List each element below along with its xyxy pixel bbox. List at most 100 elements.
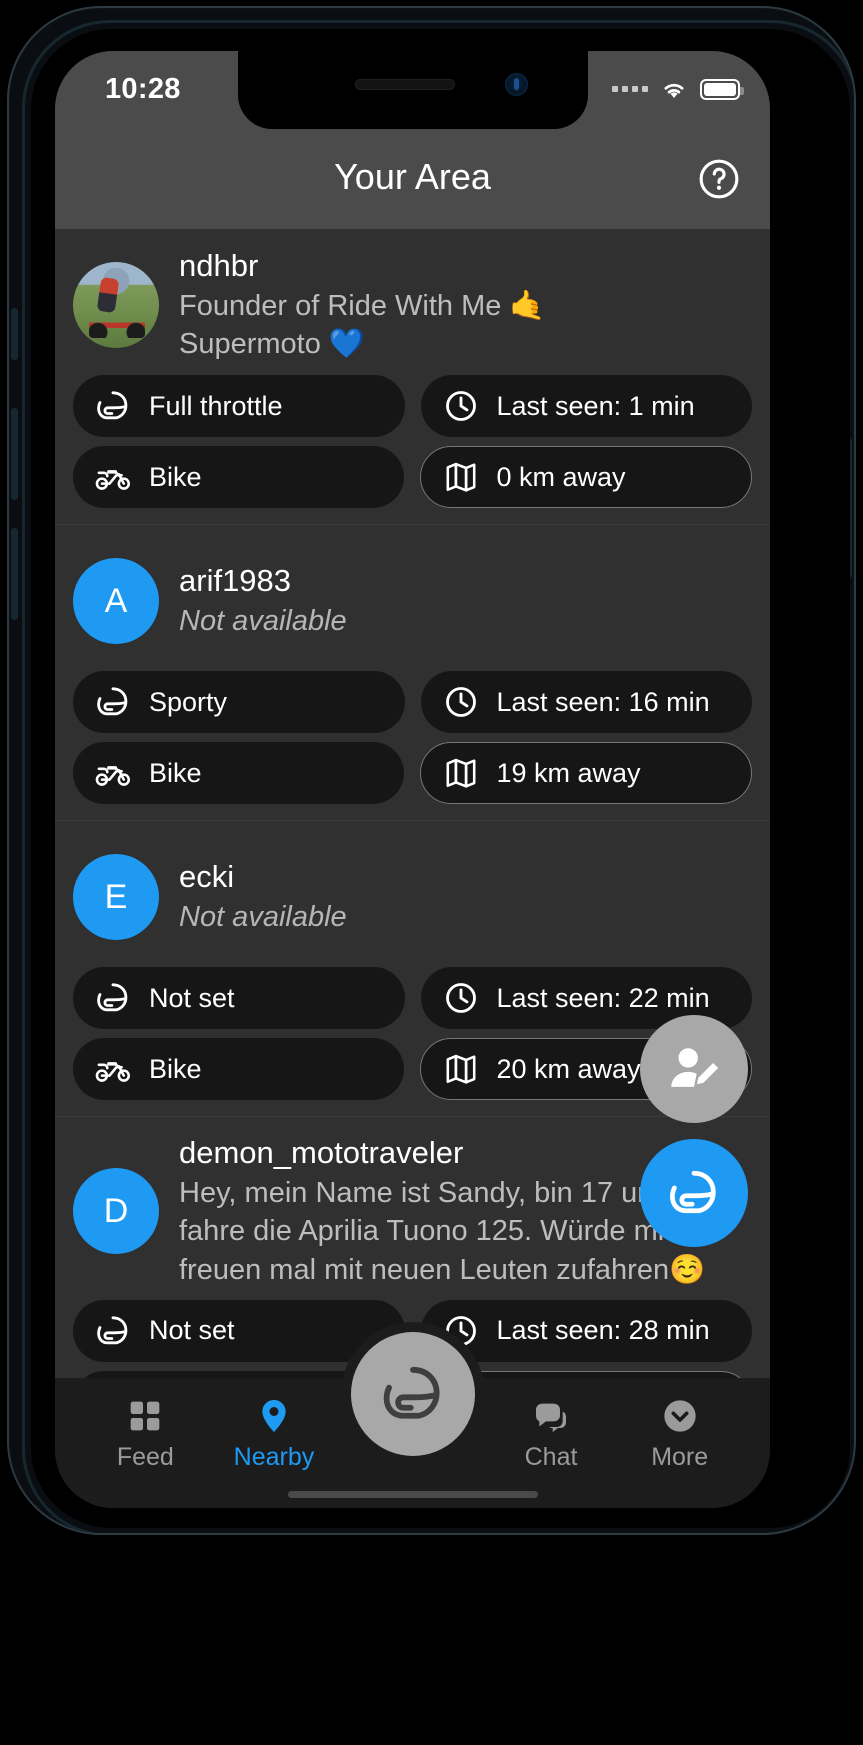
- chip-label: Not set: [149, 1315, 235, 1346]
- screenshot-stage: 10:28 Your Area ndhbr Founder of Ride Wi…: [0, 0, 863, 1745]
- helmet-icon: [97, 983, 128, 1012]
- status-indicators: [612, 77, 744, 101]
- user-card[interactable]: ndhbr Founder of Ride With Me 🤙 Supermot…: [55, 229, 770, 525]
- user-attribute-chips: Sporty Last seen: 16 min Bike 19 km away: [73, 671, 752, 804]
- chip-row: Bike 0 km away: [73, 446, 752, 508]
- ride-status-fab[interactable]: [640, 1139, 748, 1247]
- helmet-icon: [97, 687, 128, 716]
- riding-style-chip[interactable]: Full throttle: [73, 375, 405, 437]
- page-title: Your Area: [334, 156, 491, 197]
- user-header: A arif1983 Not available: [73, 541, 752, 661]
- vehicle-chip[interactable]: Bike: [73, 1038, 404, 1100]
- chip-row: Bike 19 km away: [73, 742, 752, 804]
- user-header: E ecki Not available: [73, 837, 752, 957]
- edit-profile-fab[interactable]: [640, 1015, 748, 1123]
- user-meta: arif1983 Not available: [179, 561, 752, 640]
- device-notch: [237, 51, 588, 129]
- username: ndhbr: [179, 247, 259, 283]
- helmet-icon: [670, 1170, 716, 1214]
- chip-label: Last seen: 1 min: [496, 390, 695, 421]
- avatar[interactable]: E: [73, 854, 159, 940]
- vehicle-chip[interactable]: Bike: [73, 742, 404, 804]
- nav-item-nearby[interactable]: Nearby: [210, 1396, 339, 1472]
- avatar[interactable]: A: [73, 558, 159, 644]
- phone-frame: 10:28 Your Area ndhbr Founder of Ride Wi…: [9, 8, 854, 1533]
- vehicle-chip[interactable]: Bike: [73, 446, 404, 508]
- chevron-down-circle-icon: [664, 1400, 696, 1432]
- chip-row: Full throttle Last seen: 1 min: [73, 375, 752, 437]
- username: ecki: [179, 859, 235, 895]
- wifi-icon: [664, 83, 684, 98]
- username: arif1983: [179, 563, 292, 599]
- volume-down-button[interactable]: [11, 528, 18, 620]
- user-bio-line: Not available: [179, 605, 347, 638]
- clock-icon: [445, 391, 476, 421]
- app-bar: Your Area: [55, 129, 770, 229]
- mute-switch[interactable]: [11, 308, 18, 360]
- chip-label: Last seen: 28 min: [496, 1315, 710, 1346]
- center-ride-button[interactable]: [350, 1332, 475, 1456]
- map-icon: [446, 758, 475, 788]
- grid-icon: [130, 1401, 160, 1431]
- front-camera: [504, 73, 528, 96]
- avatar-initial: E: [104, 877, 128, 916]
- last-seen-chip[interactable]: Last seen: 28 min: [420, 1299, 752, 1362]
- signal-dots-icon: [612, 86, 648, 92]
- motorcycle-icon: [95, 766, 131, 786]
- chip-label: Last seen: 22 min: [496, 982, 710, 1013]
- clock-icon: [445, 983, 476, 1013]
- phone-display: 10:28 Your Area ndhbr Founder of Ride Wi…: [31, 29, 850, 1528]
- clock-icon: [445, 687, 476, 717]
- chip-label: 19 km away: [496, 757, 641, 788]
- helmet-icon: [97, 1315, 128, 1344]
- user-meta: ndhbr Founder of Ride With Me 🤙 Supermot…: [179, 246, 752, 364]
- chip-label: Last seen: 16 min: [496, 686, 710, 717]
- helmet-icon: [97, 391, 128, 420]
- chip-label: Bike: [149, 1053, 202, 1084]
- riding-style-chip[interactable]: Not set: [73, 1299, 405, 1362]
- avatar[interactable]: D: [73, 1168, 159, 1255]
- motorcycle-icon: [95, 470, 131, 490]
- chip-label: 20 km away: [496, 1053, 641, 1084]
- chip-label: 0 km away: [496, 461, 626, 492]
- chip-label: Not set: [149, 982, 235, 1013]
- help-circle-icon[interactable]: [698, 158, 740, 200]
- riding-style-chip[interactable]: Not set: [73, 967, 405, 1029]
- avatar-initial: D: [103, 1191, 129, 1230]
- battery-full-icon: [700, 78, 744, 100]
- user-card[interactable]: A arif1983 Not available Sporty Last see…: [55, 525, 770, 821]
- user-bio-line: Founder of Ride With Me 🤙: [179, 289, 546, 322]
- user-header: ndhbr Founder of Ride With Me 🤙 Supermot…: [73, 245, 752, 365]
- location-pin-icon: [262, 1400, 286, 1432]
- nav-label: Chat: [524, 1443, 578, 1471]
- user-bio-line: Supermoto 💙: [179, 328, 366, 361]
- user-bio-line: freuen mal mit neuen Leuten zufahren☺️: [179, 1254, 706, 1287]
- chip-label: Full throttle: [149, 390, 283, 421]
- user-bio-line: Not available: [179, 901, 347, 934]
- chip-row: Sporty Last seen: 16 min: [73, 671, 752, 733]
- last-seen-chip[interactable]: Last seen: 16 min: [420, 671, 752, 733]
- motorcycle-icon: [95, 1062, 131, 1082]
- chat-bubbles-icon: [536, 1403, 567, 1432]
- nav-item-chat[interactable]: Chat: [487, 1396, 616, 1472]
- app-screen: 10:28 Your Area ndhbr Founder of Ride Wi…: [55, 51, 770, 1508]
- nav-label: More: [651, 1443, 709, 1471]
- distance-chip[interactable]: 19 km away: [419, 742, 752, 804]
- chip-row: Not set Last seen: 22 min: [73, 967, 752, 1029]
- chip-label: Sporty: [149, 686, 228, 717]
- nav-item-more[interactable]: More: [615, 1396, 744, 1472]
- nav-item-feed[interactable]: Feed: [81, 1396, 210, 1472]
- avatar[interactable]: [73, 262, 159, 348]
- helmet-icon: [383, 1366, 440, 1419]
- last-seen-chip[interactable]: Last seen: 1 min: [420, 375, 752, 437]
- home-indicator: [287, 1491, 538, 1498]
- nav-label: Feed: [116, 1443, 174, 1471]
- distance-chip[interactable]: 0 km away: [419, 446, 752, 508]
- map-icon: [446, 462, 475, 492]
- volume-up-button[interactable]: [11, 408, 18, 500]
- riding-style-chip[interactable]: Sporty: [73, 671, 405, 733]
- chip-label: Bike: [149, 461, 202, 492]
- person-edit-icon: [671, 1048, 719, 1087]
- user-meta: ecki Not available: [179, 857, 752, 936]
- map-icon: [446, 1054, 475, 1084]
